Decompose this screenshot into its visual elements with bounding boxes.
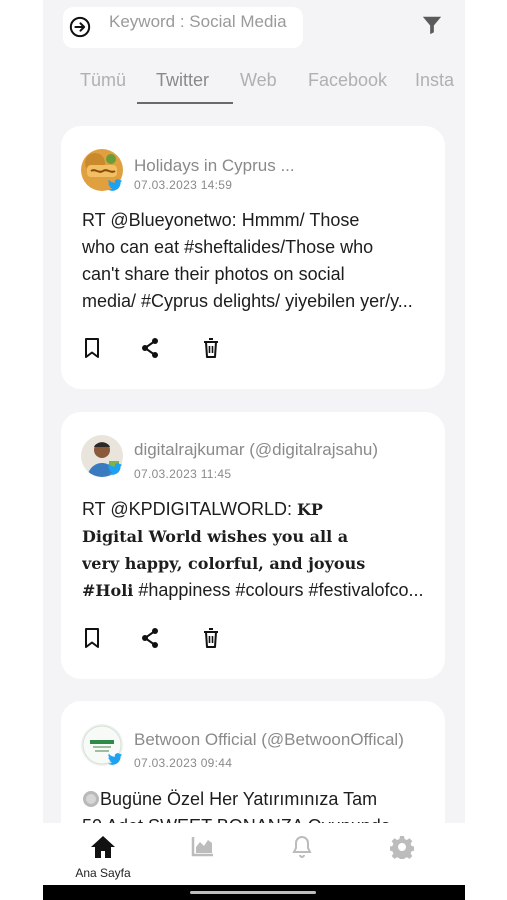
tab-web[interactable]: Web [240, 70, 277, 91]
post-date: 07.03.2023 14:59 [134, 178, 233, 192]
twitter-badge-icon [107, 179, 123, 191]
active-tab-indicator [137, 102, 233, 104]
bottom-navigation: Ana Sayfa [43, 823, 465, 885]
nav-statistics[interactable] [173, 835, 233, 862]
nav-home-label: Ana Sayfa [75, 866, 131, 880]
source-tabs: Tümü Twitter Web Facebook Insta [43, 62, 465, 104]
bookmark-icon[interactable] [82, 627, 102, 649]
nav-home[interactable]: Ana Sayfa [73, 835, 133, 880]
filter-icon[interactable] [421, 14, 443, 36]
post-text-line: who can eat #sheftalides/Those who [82, 237, 374, 257]
trash-icon[interactable] [201, 337, 221, 359]
post-text: RT @KPDIGITALWORLD: KP Digital World wis… [82, 496, 432, 604]
post-text: RT @Blueyonetwo: Hmmm/ Those who can eat… [82, 207, 432, 315]
post-text-line: RT @Blueyonetwo: Hmmm/ Those [82, 210, 360, 230]
nav-settings[interactable] [372, 835, 432, 864]
coin-emoji-icon [83, 791, 99, 807]
post-card[interactable]: digitalrajkumar (@digitalrajsahu) 07.03.… [61, 412, 445, 679]
bookmark-icon[interactable] [82, 337, 102, 359]
arrow-circle-right-icon[interactable] [69, 16, 91, 38]
share-icon[interactable] [140, 337, 160, 359]
post-date: 07.03.2023 09:44 [134, 756, 233, 770]
post-text-line: #Holi #happiness #colours #festivalofco.… [82, 580, 424, 600]
post-text-line: RT @KPDIGITALWORLD: KP [82, 499, 323, 519]
tab-twitter[interactable]: Twitter [156, 70, 209, 91]
home-indicator[interactable] [190, 891, 316, 894]
post-text-line: very happy, colorful, and joyous [82, 554, 366, 573]
post-text-line: media/ #Cyprus delights/ yiyebilen yer/y… [82, 291, 413, 311]
trash-icon[interactable] [201, 627, 221, 649]
post-text-line: can't share their photos on social [82, 264, 345, 284]
twitter-badge-icon [107, 463, 123, 475]
gear-icon [389, 836, 415, 862]
twitter-badge-icon [107, 753, 123, 765]
author-name: Holidays in Cyprus ... [134, 156, 295, 175]
tab-instagram[interactable]: Insta [415, 70, 454, 91]
chart-icon [191, 837, 213, 857]
home-icon [91, 836, 115, 858]
post-actions [82, 627, 242, 649]
post-card[interactable]: Holidays in Cyprus ... 07.03.2023 14:59 … [61, 126, 445, 389]
search-input[interactable]: Keyword : Social Media [109, 12, 299, 31]
author-name: Betwoon Official (@BetwoonOffical) [134, 730, 404, 749]
post-text-line: Digital World wishes you all a [82, 527, 349, 546]
tab-facebook[interactable]: Facebook [308, 70, 387, 91]
post-text-line: Bugüne Özel Her Yatırımınıza Tam [82, 786, 432, 813]
search-bar[interactable]: Keyword : Social Media [63, 7, 303, 48]
author-name: digitalrajkumar (@digitalrajsahu) [134, 440, 379, 459]
app-screen: Keyword : Social Media Tümü Twitter Web … [43, 0, 465, 900]
nav-notifications[interactable] [272, 835, 332, 864]
post-date: 07.03.2023 11:45 [134, 467, 232, 481]
post-actions [82, 337, 242, 359]
share-icon[interactable] [140, 627, 160, 649]
tab-all[interactable]: Tümü [80, 70, 126, 91]
bell-icon [292, 835, 312, 858]
